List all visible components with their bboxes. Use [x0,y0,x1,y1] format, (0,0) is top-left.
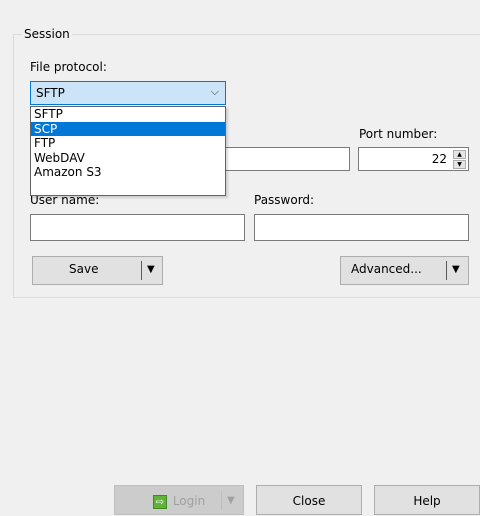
session-legend: Session [22,27,72,41]
port-number-label: Port number: [359,127,438,141]
caret-down-icon[interactable]: ▼ [147,264,155,275]
save-button-label: Save [69,262,99,276]
password-input[interactable] [254,214,469,241]
protocol-option-scp[interactable]: SCP [31,121,225,137]
advanced-button-label: Advanced... [351,262,422,276]
file-protocol-label: File protocol: [30,60,107,74]
protocol-option-ftp[interactable]: FTP [31,136,225,151]
advanced-button-separator [446,261,447,280]
protocol-option-sftp[interactable]: SFTP [31,107,225,122]
save-button-separator [141,261,142,280]
spin-down-icon[interactable]: ▼ [453,160,466,169]
password-label: Password: [254,193,315,207]
file-protocol-select[interactable]: SFTP ⌵ [30,81,226,105]
caret-down-icon[interactable]: ▼ [452,264,460,275]
protocol-option-amazon-s3[interactable]: Amazon S3 [31,165,225,180]
caret-down-icon: ▼ [227,495,235,506]
port-number-stepper[interactable]: 22 ▲ ▼ [358,147,469,171]
login-icon: ⇨ [152,494,167,509]
login-button-label: Login [172,494,206,508]
login-button-separator [221,491,222,510]
port-number-value: 22 [431,152,447,166]
save-button[interactable]: Save ▼ [32,256,163,285]
file-protocol-dropdown: SFTP SCP FTP WebDAV Amazon S3 [30,106,226,196]
chevron-down-icon: ⌵ [210,85,219,98]
protocol-option-webdav[interactable]: WebDAV [31,151,225,166]
user-name-input[interactable] [30,214,245,241]
port-spinner: ▲ ▼ [453,150,466,169]
file-protocol-value: SFTP [36,86,65,100]
spin-up-icon[interactable]: ▲ [453,150,466,159]
advanced-button[interactable]: Advanced... ▼ [340,256,469,285]
